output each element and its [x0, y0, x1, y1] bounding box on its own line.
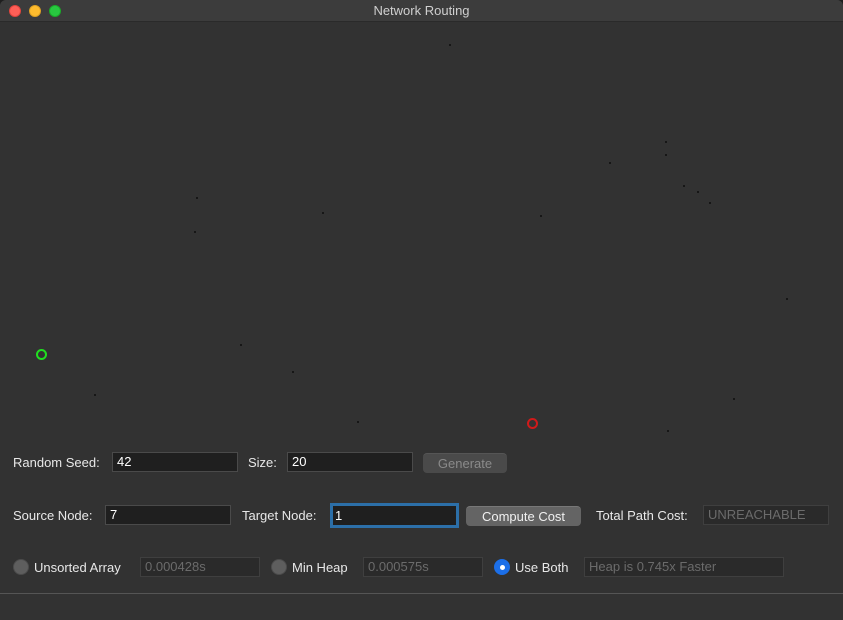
min-heap-radio[interactable] — [271, 559, 287, 575]
min-heap-label[interactable]: Min Heap — [292, 560, 348, 576]
app-window: Network Routing Random Seed: 42 Size: 20… — [0, 0, 843, 620]
generate-button[interactable]: Generate — [423, 453, 507, 473]
unsorted-array-time-output: 0.000428s — [140, 557, 260, 577]
graph-node — [733, 398, 735, 400]
graph-node — [697, 191, 699, 193]
min-heap-time-output: 0.000575s — [363, 557, 483, 577]
graph-node — [667, 430, 669, 432]
graph-node — [322, 212, 324, 214]
source-node-label: Source Node: — [13, 508, 93, 523]
target-node-input[interactable]: 1 — [330, 503, 459, 528]
total-path-cost-label: Total Path Cost: — [596, 508, 688, 523]
compute-cost-button[interactable]: Compute Cost — [466, 506, 581, 526]
title-bar[interactable]: Network Routing — [0, 0, 843, 22]
graph-canvas[interactable] — [0, 23, 843, 448]
radio-selected-dot — [500, 565, 505, 570]
speed-comparison-output: Heap is 0.745x Faster — [584, 557, 784, 577]
use-both-label[interactable]: Use Both — [515, 560, 568, 576]
source-node-marker — [36, 349, 47, 360]
graph-node — [665, 154, 667, 156]
graph-node — [683, 185, 685, 187]
graph-node — [240, 344, 242, 346]
source-node-input[interactable]: 7 — [105, 505, 231, 525]
size-label: Size: — [248, 455, 277, 470]
graph-node — [194, 231, 196, 233]
graph-node — [94, 394, 96, 396]
graph-node — [665, 141, 667, 143]
random-seed-label: Random Seed: — [13, 455, 100, 470]
graph-node — [292, 371, 294, 373]
use-both-radio[interactable] — [494, 559, 510, 575]
status-bar — [0, 593, 843, 620]
unsorted-array-label[interactable]: Unsorted Array — [34, 560, 121, 576]
target-node-label: Target Node: — [242, 508, 317, 523]
window-title: Network Routing — [373, 3, 470, 18]
graph-node — [540, 215, 542, 217]
total-path-cost-output: UNREACHABLE — [703, 505, 829, 525]
graph-node — [357, 421, 359, 423]
graph-node — [196, 197, 198, 199]
graph-node — [449, 44, 451, 46]
size-input[interactable]: 20 — [287, 452, 413, 472]
graph-node — [609, 162, 611, 164]
graph-node — [709, 202, 711, 204]
target-node-marker — [527, 418, 538, 429]
graph-node — [786, 298, 788, 300]
random-seed-input[interactable]: 42 — [112, 452, 238, 472]
unsorted-array-radio[interactable] — [13, 559, 29, 575]
